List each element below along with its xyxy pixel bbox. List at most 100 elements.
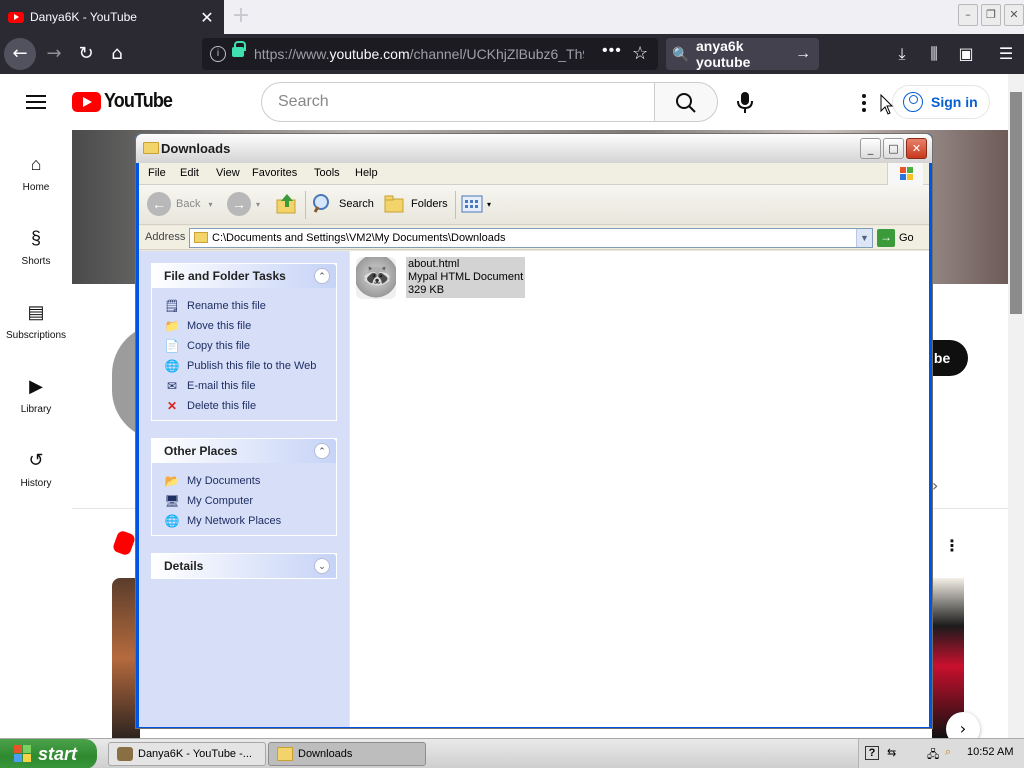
search-go-icon[interactable]: → bbox=[795, 45, 819, 63]
place-my-documents[interactable]: 📂 My Documents bbox=[164, 471, 336, 491]
collapse-chevron-icon[interactable]: ⌃ bbox=[314, 268, 330, 284]
task-label: Publish this file to the Web bbox=[187, 360, 317, 372]
address-dropdown-icon[interactable]: ▼ bbox=[856, 229, 872, 247]
task-label: Rename this file bbox=[187, 300, 266, 312]
go-arrow-icon: → bbox=[877, 229, 895, 247]
tab-close-icon[interactable]: ✕ bbox=[196, 8, 218, 27]
help-icon[interactable]: ? bbox=[865, 746, 879, 760]
forward-dropdown-icon[interactable]: ▾ bbox=[256, 200, 260, 209]
menu-file[interactable]: File bbox=[148, 167, 166, 179]
search-button[interactable]: Search bbox=[311, 191, 374, 217]
panel-body: 📂 My Documents 🖥 My Computer 🌐 My Network P… bbox=[152, 463, 336, 535]
explorer-close-button[interactable]: ✕ bbox=[906, 138, 927, 159]
system-tray: ? ⇆ 🖧 ⌕ 10:52 AM bbox=[858, 739, 1024, 768]
sidebar-item-home[interactable]: ⌂ Home bbox=[0, 152, 72, 193]
sign-in-button[interactable]: Sign in bbox=[892, 85, 990, 119]
window-close-button[interactable]: ✕ bbox=[1004, 4, 1024, 26]
menu-help[interactable]: Help bbox=[355, 167, 378, 179]
search-bar[interactable]: 🔍 anya6k youtube → bbox=[666, 38, 819, 70]
lock-icon[interactable] bbox=[232, 41, 246, 57]
windows-logo-icon bbox=[14, 745, 32, 763]
views-dropdown-icon[interactable]: ▾ bbox=[487, 200, 491, 209]
task-move[interactable]: 📁 Move this file bbox=[164, 316, 336, 336]
menu-view[interactable]: View bbox=[216, 167, 240, 179]
html-document-icon[interactable] bbox=[356, 257, 396, 299]
folder-icon: 📂 bbox=[164, 474, 180, 488]
menu-edit[interactable]: Edit bbox=[180, 167, 199, 179]
menu-tools[interactable]: Tools bbox=[314, 167, 340, 179]
subscriptions-icon: ▤ bbox=[27, 302, 45, 322]
task-rename[interactable]: 🗒 Rename this file bbox=[164, 296, 336, 316]
clock[interactable]: 10:52 AM bbox=[967, 746, 1013, 758]
task-publish-web[interactable]: 🌐 Publish this file to the Web bbox=[164, 356, 336, 376]
window-minimize-button[interactable]: – bbox=[958, 4, 978, 26]
info-icon[interactable]: i bbox=[210, 46, 226, 62]
window-restore-button[interactable]: ❐ bbox=[981, 4, 1001, 26]
tray-chevron-icon[interactable]: ⇆ bbox=[887, 746, 896, 759]
url-text: https://www.youtube.com/channel/UCKhjZlB… bbox=[254, 46, 584, 62]
explorer-titlebar[interactable]: Downloads _ □ ✕ bbox=[136, 134, 932, 163]
views-icon bbox=[461, 195, 483, 213]
forward-nav-button[interactable]: → ▾ bbox=[227, 191, 260, 217]
start-button[interactable]: start bbox=[0, 739, 97, 768]
network-tray-icon[interactable]: 🖧 bbox=[927, 746, 939, 765]
explorer-minimize-button[interactable]: _ bbox=[860, 138, 881, 159]
search-tray-icon[interactable]: ⌕ bbox=[945, 746, 951, 759]
more-options-icon[interactable] bbox=[858, 92, 870, 114]
tab-youtube[interactable]: Danya6K - YouTube ✕ bbox=[0, 0, 224, 34]
panel-header[interactable]: File and Folder Tasks ⌃ bbox=[152, 264, 336, 288]
task-delete[interactable]: ✕ Delete this file bbox=[164, 396, 336, 416]
task-email[interactable]: ✉ E-mail this file bbox=[164, 376, 336, 396]
bookmark-star-icon[interactable]: ☆ bbox=[632, 43, 648, 64]
taskbar-window-youtube[interactable]: Danya6K - YouTube -... bbox=[108, 742, 266, 766]
sidebar-item-shorts[interactable]: § Shorts bbox=[0, 226, 72, 267]
microphone-icon[interactable] bbox=[736, 92, 754, 114]
task-copy[interactable]: 📄 Copy this file bbox=[164, 336, 336, 356]
expand-chevron-icon[interactable]: ⌄ bbox=[314, 558, 330, 574]
downloads-icon[interactable]: ⤓ bbox=[886, 38, 918, 70]
home-button[interactable]: ⌂ bbox=[101, 38, 133, 70]
back-dropdown-icon[interactable]: ▾ bbox=[208, 200, 212, 209]
collapse-chevron-icon[interactable]: ⌃ bbox=[314, 443, 330, 459]
explorer-maximize-button[interactable]: □ bbox=[883, 138, 904, 159]
address-input[interactable]: C:\Documents and Settings\VM2\My Documen… bbox=[189, 228, 873, 248]
up-folder-button[interactable] bbox=[275, 191, 299, 217]
url-bar[interactable]: i https://www.youtube.com/channel/UCKhjZ… bbox=[202, 38, 658, 70]
sidebar-item-subscriptions[interactable]: ▤ Subscriptions bbox=[0, 300, 72, 341]
views-button[interactable]: ▾ bbox=[461, 191, 491, 217]
sidebar-item-library[interactable]: ▶ Library bbox=[0, 374, 72, 415]
reload-button[interactable]: ↻ bbox=[70, 38, 102, 70]
subscribe-button[interactable]: ibe bbox=[930, 340, 968, 376]
youtube-search-input[interactable]: Search bbox=[261, 82, 655, 122]
place-my-computer[interactable]: 🖥 My Computer bbox=[164, 491, 336, 511]
page-actions-icon[interactable]: ••• bbox=[602, 42, 622, 60]
explorer-body: File Edit View Favorites Tools Help ← Ba… bbox=[139, 163, 929, 727]
shelf-options-icon[interactable]: ⋮ bbox=[944, 536, 960, 555]
youtube-search-button[interactable] bbox=[654, 82, 718, 122]
back-nav-button[interactable]: ← Back ▾ bbox=[147, 191, 212, 217]
sidebar-item-history[interactable]: ↺ History bbox=[0, 448, 72, 489]
up-folder-icon bbox=[276, 194, 296, 214]
taskbar-window-downloads[interactable]: Downloads bbox=[268, 742, 426, 766]
back-label: Back bbox=[176, 198, 201, 210]
page-scrollbar-thumb[interactable] bbox=[1010, 92, 1022, 314]
menu-favorites[interactable]: Favorites bbox=[252, 167, 297, 179]
youtube-favicon-icon bbox=[8, 11, 24, 23]
folder-icon bbox=[277, 747, 293, 761]
forward-button[interactable]: → bbox=[38, 38, 70, 70]
folders-button[interactable]: Folders bbox=[383, 191, 448, 217]
menu-icon[interactable]: ☰ bbox=[990, 38, 1022, 70]
youtube-logo-icon[interactable] bbox=[72, 92, 101, 112]
sidebar-toggle-icon[interactable]: ▣ bbox=[950, 38, 982, 70]
new-tab-button[interactable]: + bbox=[228, 4, 254, 30]
file-size: 329 KB bbox=[408, 284, 445, 296]
back-button[interactable]: ← bbox=[4, 38, 36, 70]
place-my-network-places[interactable]: 🌐 My Network Places bbox=[164, 511, 336, 531]
file-item-selected[interactable]: about.html Mypal HTML Document 329 KB bbox=[406, 257, 526, 298]
panel-header[interactable]: Details ⌄ bbox=[152, 554, 336, 578]
panel-header[interactable]: Other Places ⌃ bbox=[152, 439, 336, 463]
youtube-logo-text[interactable]: YouTube bbox=[104, 90, 173, 113]
library-icon[interactable]: ⫼ bbox=[918, 38, 950, 70]
go-button[interactable]: → Go bbox=[877, 229, 914, 247]
guide-menu-icon[interactable] bbox=[26, 95, 46, 109]
